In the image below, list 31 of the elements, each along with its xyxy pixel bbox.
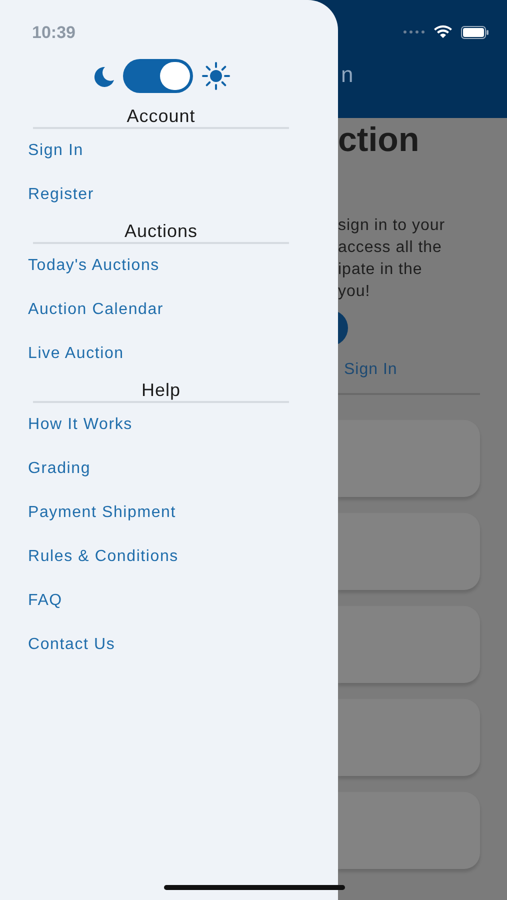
intro-text: access all the [338, 238, 443, 258]
menu-link[interactable]: Auction Calendar [0, 288, 164, 332]
menu-link[interactable]: How It Works [0, 403, 132, 447]
card[interactable] [338, 792, 480, 869]
intro-text: ipate in the [338, 260, 424, 280]
section-title: Auctions [123, 220, 199, 242]
signal-icon [403, 30, 425, 34]
page-heading: ction [338, 120, 420, 160]
sun-icon [201, 61, 231, 91]
menu-link[interactable]: Payment Shipment [0, 491, 176, 535]
intro-text: you! [338, 282, 372, 302]
status-time: 10:39 [32, 23, 76, 42]
card[interactable] [338, 606, 480, 683]
card[interactable] [338, 699, 480, 776]
intro-text: sign in to your [338, 216, 446, 236]
menu-link[interactable]: Register [0, 173, 94, 217]
menu-link[interactable]: FAQ [0, 579, 62, 623]
battery-icon [461, 26, 489, 38]
menu-link[interactable]: Rules & Conditions [0, 535, 178, 579]
menu-link[interactable]: Today's Auctions [0, 244, 160, 288]
theme-toggle[interactable] [123, 59, 193, 93]
menu-link[interactable]: Grading [0, 447, 91, 491]
section-title: Help [140, 379, 182, 401]
wifi-icon [433, 25, 453, 39]
section-title: Account [126, 105, 196, 127]
card[interactable] [338, 420, 480, 497]
header-title: n [341, 62, 354, 87]
menu-link[interactable]: Sign In [0, 129, 84, 173]
menu-link[interactable]: Contact Us [0, 623, 116, 667]
menu-link[interactable]: Live Auction [0, 332, 124, 376]
card[interactable] [338, 513, 480, 590]
